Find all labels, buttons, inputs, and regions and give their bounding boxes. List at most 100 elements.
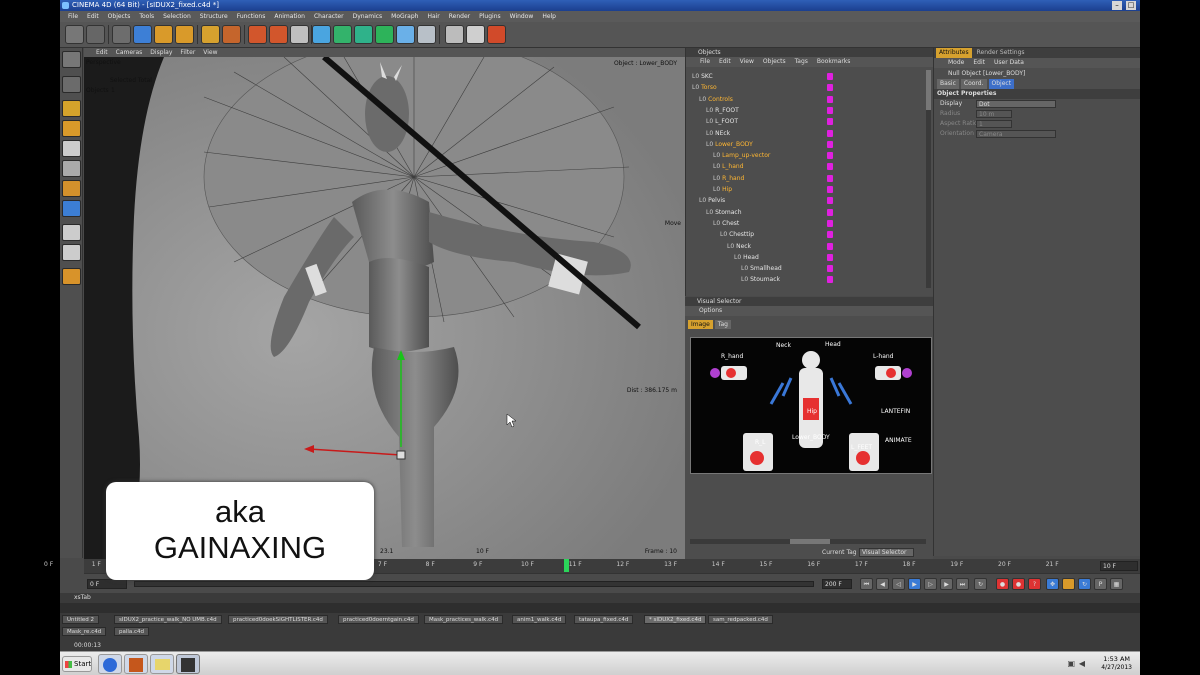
range-slider[interactable] [134, 581, 814, 587]
file-tab[interactable]: sam_redpacked.c4d [708, 615, 773, 624]
move-tool-icon[interactable] [133, 25, 152, 44]
tag-dot-icon[interactable] [827, 265, 833, 273]
object-row[interactable]: L0 NEck [706, 128, 730, 139]
sculpt-icon[interactable] [62, 268, 81, 285]
menu-objects[interactable]: Objects [108, 11, 131, 22]
object-manager-scrollbar[interactable] [926, 70, 931, 288]
object-row[interactable]: L0 Neck [727, 241, 751, 252]
tag-dot-icon[interactable] [827, 242, 833, 250]
snapping-icon[interactable] [62, 244, 81, 261]
playhead[interactable] [564, 559, 569, 572]
edges-mode-icon[interactable] [62, 200, 81, 217]
object-row[interactable]: L0 R_hand [713, 173, 744, 184]
vs-label-r-l[interactable]: R_L [755, 439, 766, 446]
attr-menu-mode[interactable]: Mode [948, 58, 964, 68]
vs-label-neck[interactable]: Neck [776, 342, 791, 349]
tag-dot-icon[interactable] [827, 152, 833, 160]
start-button[interactable]: Start [62, 656, 92, 672]
anim-end-field[interactable]: 200 F [822, 579, 852, 589]
pla-track-icon[interactable]: ▦ [1110, 578, 1123, 590]
menu-file[interactable]: File [68, 11, 78, 22]
vs-label-l-hand[interactable]: L-hand [873, 353, 894, 360]
network-icon[interactable]: ▣ [1067, 659, 1075, 668]
cube-primitive-icon[interactable] [312, 25, 331, 44]
tag-dot-icon[interactable] [827, 118, 833, 126]
subtab-object[interactable]: Object [988, 79, 1015, 89]
render-settings-icon[interactable] [290, 25, 309, 44]
next-frame-icon[interactable]: ▷ [924, 578, 937, 590]
loop-icon[interactable]: ↻ [974, 578, 987, 590]
anim-start-field[interactable]: 0 F [87, 579, 127, 589]
tab-attributes[interactable]: Attributes [936, 48, 972, 58]
vp-menu-view[interactable]: View [203, 48, 217, 57]
nurbs-icon[interactable] [333, 25, 352, 44]
param-track-icon[interactable]: P [1094, 578, 1107, 590]
next-key-icon[interactable]: ▶ [940, 578, 953, 590]
attr-field-value[interactable]: Dot [976, 100, 1056, 108]
attr-field-value[interactable]: Camera [976, 130, 1056, 138]
object-row[interactable]: L0 Lower_BODY [706, 139, 753, 150]
object-row[interactable]: L0 L_hand [713, 161, 744, 172]
tag-dot-icon[interactable] [827, 129, 833, 137]
play-icon[interactable]: ▶ [908, 578, 921, 590]
attr-menu-edit[interactable]: Edit [973, 58, 985, 68]
vs-label-head[interactable]: Head [825, 341, 841, 348]
vs-label-animate[interactable]: ANIMATE [885, 437, 912, 444]
polygons-mode-icon[interactable] [62, 224, 81, 241]
points-mode-icon[interactable] [62, 180, 81, 197]
object-row[interactable]: L0 Lamp_up-vector [713, 150, 770, 161]
scale-tool-icon[interactable] [154, 25, 173, 44]
array-icon[interactable] [354, 25, 373, 44]
obj-menu-view[interactable]: View [740, 57, 754, 67]
object-row[interactable]: L0 Chest [713, 218, 739, 229]
prev-key-icon[interactable]: ◀ [876, 578, 889, 590]
object-row[interactable]: L0 Stoumack [741, 274, 780, 285]
file-tab[interactable]: sIDUX2_practice_walk_NO UMB.c4d [114, 615, 222, 624]
obj-menu-bookmarks[interactable]: Bookmarks [817, 57, 851, 67]
tag-dot-icon[interactable] [827, 163, 833, 171]
vp-menu-display[interactable]: Display [150, 48, 172, 57]
texture-mode-icon[interactable] [62, 140, 81, 157]
cinema4d-taskbar-icon[interactable] [176, 654, 200, 674]
goto-end-icon[interactable]: ⏭ [956, 578, 969, 590]
object-row[interactable]: L0 Head [734, 252, 759, 263]
tag-dot-icon[interactable] [827, 106, 833, 114]
vp-menu-cameras[interactable]: Cameras [116, 48, 143, 57]
tag-dot-icon[interactable] [827, 197, 833, 205]
vs-label-lantefin[interactable]: LANTEFIN [881, 408, 910, 415]
workplane-icon[interactable] [62, 160, 81, 177]
redo-icon[interactable] [86, 25, 105, 44]
menu-help[interactable]: Help [542, 11, 556, 22]
attr-field-value[interactable]: 10 m [976, 110, 1012, 118]
undo-icon[interactable] [65, 25, 84, 44]
tab-render-settings[interactable]: Render Settings [974, 48, 1028, 58]
scale-track-icon[interactable] [1062, 578, 1075, 590]
axis-mode-icon[interactable] [62, 120, 81, 137]
menu-character[interactable]: Character [314, 11, 344, 22]
menu-edit[interactable]: Edit [87, 11, 99, 22]
file-tab[interactable]: practiced0doekSIGHTLISTER.c4d [228, 615, 328, 624]
tag-dot-icon[interactable] [827, 219, 833, 227]
file-tab[interactable]: Untitled 2 [62, 615, 100, 624]
axis-icon[interactable] [201, 25, 220, 44]
pos-track-icon[interactable]: ✥ [1046, 578, 1059, 590]
vs-label-lower-body[interactable]: Lower_BODY [792, 434, 830, 441]
bridge-taskbar-icon[interactable] [124, 654, 148, 674]
tag-dot-icon[interactable] [827, 140, 833, 148]
subtab-basic[interactable]: Basic [937, 79, 959, 89]
attr-menu-user-data[interactable]: User Data [994, 58, 1024, 68]
vs-options-menu[interactable]: Options [699, 306, 722, 316]
render-picture-viewer-icon[interactable] [269, 25, 288, 44]
menu-selection[interactable]: Selection [163, 11, 191, 22]
autokey-icon[interactable]: ● [1012, 578, 1025, 590]
vs-label-hip[interactable]: Hip [807, 408, 817, 415]
environment-icon[interactable] [396, 25, 415, 44]
live-select-icon[interactable] [112, 25, 131, 44]
menu-animation[interactable]: Animation [274, 11, 305, 22]
timeline-right-field[interactable]: 10 F [1100, 561, 1138, 571]
menu-window[interactable]: Window [510, 11, 534, 22]
vs-tab-tag[interactable]: Tag [714, 320, 731, 329]
file-tab[interactable]: * sIDUX2_fixed.c4d [644, 615, 707, 624]
menu-tools[interactable]: Tools [139, 11, 154, 22]
volume-icon[interactable]: ◀ [1079, 659, 1085, 668]
